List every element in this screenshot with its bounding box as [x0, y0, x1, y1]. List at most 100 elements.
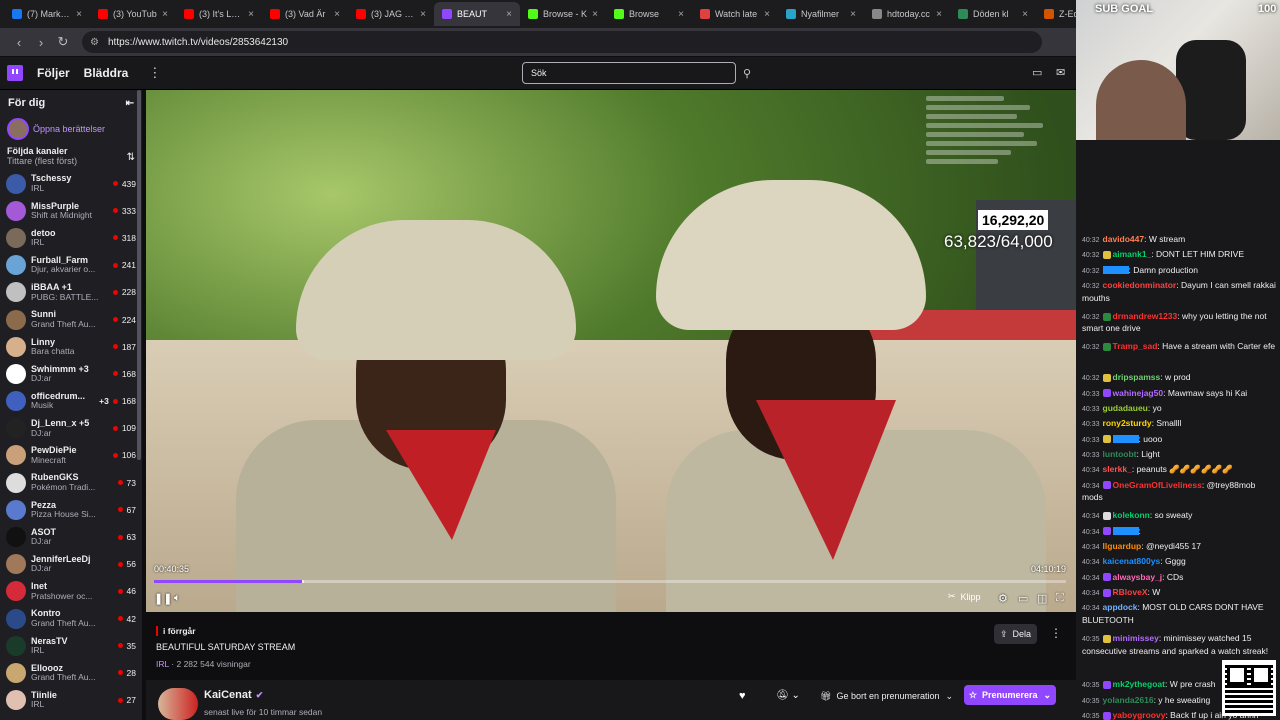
chat-badge-icon[interactable] [1102, 588, 1111, 597]
sidebar-channel-item[interactable]: NerasTV IRL 35 [0, 632, 142, 659]
chat-message[interactable]: 40:33 gudadaueu: yo [1082, 403, 1278, 416]
chat-username[interactable] [1112, 527, 1139, 536]
chat-username[interactable]: cookiedonminator [1103, 280, 1177, 290]
sidebar-channel-item[interactable]: Swhimmm +3 DJ:ar 168 [0, 360, 142, 387]
chat-badge-icon[interactable] [1102, 373, 1111, 382]
search-icon[interactable]: ⚲ [738, 62, 756, 84]
chat-badge-icon[interactable] [1102, 512, 1111, 521]
tab-close-icon[interactable]: × [592, 9, 598, 20]
chat-username[interactable]: gudadaueu [1103, 403, 1148, 413]
chat-message[interactable]: 40:34 kolekonn: so sweaty [1082, 510, 1278, 523]
sidebar-channel-item[interactable]: Pezza Pizza House Si... 67 [0, 496, 142, 523]
chat-username[interactable]: appdock [1103, 602, 1138, 612]
sidebar-toggle-icon[interactable]: ◫ [1037, 592, 1047, 605]
chat-username[interactable] [1102, 266, 1129, 275]
fullscreen-icon[interactable]: ⛶ [1056, 592, 1064, 605]
chat-username[interactable]: Tramp_sad [1113, 341, 1158, 351]
browser-tab[interactable]: (3) It's La F × [176, 2, 262, 26]
sidebar-channel-item[interactable]: RubenGKS Pokémon Tradi... 73 [0, 469, 142, 496]
messages-icon[interactable]: ✉ [1056, 66, 1065, 79]
tab-close-icon[interactable]: × [678, 9, 684, 20]
tab-close-icon[interactable]: × [334, 9, 340, 20]
tab-close-icon[interactable]: × [506, 9, 512, 20]
browser-tab[interactable]: Döden kl × [950, 2, 1036, 26]
sidebar-channel-item[interactable]: Tschessy IRL 439 [0, 170, 142, 197]
sidebar-channel-item[interactable]: JenniferLeeDj DJ:ar 56 [0, 551, 142, 578]
settings-icon[interactable]: ⚙ [998, 592, 1008, 605]
chat-message[interactable]: 40:32 davido447: W stream [1082, 234, 1278, 247]
chat-badge-icon[interactable] [1102, 343, 1111, 352]
chat-badge-icon[interactable] [1102, 527, 1111, 536]
site-info-icon[interactable]: ⚙ [90, 37, 102, 48]
chat-badge-icon[interactable] [1102, 389, 1111, 398]
clip-button[interactable]: ✂ Klipp [948, 591, 981, 602]
chat-username[interactable]: minimissey [1113, 633, 1159, 643]
chat-username[interactable]: aimank1_ [1113, 249, 1152, 259]
tab-close-icon[interactable]: × [1022, 9, 1028, 20]
tab-close-icon[interactable]: × [764, 9, 770, 20]
notifications-icon[interactable]: 🔕︎ ⌄ [776, 690, 800, 701]
chat-username[interactable]: llguardup [1103, 541, 1142, 551]
theatre-mode-icon[interactable]: ▭ [1018, 592, 1028, 605]
browser-tab[interactable]: (7) Marketp × [4, 2, 90, 26]
sidebar-channel-item[interactable]: Sunni Grand Theft Au... 224 [0, 306, 142, 333]
chat-message[interactable]: 40:34 kaicenat800ys: Gggg [1082, 556, 1278, 569]
chat-message[interactable]: 40:34 RBloveX: W [1082, 587, 1278, 600]
chat-message[interactable]: 40:32 aimank1_: DONT LET HIM DRIVE [1082, 249, 1278, 262]
chat-username[interactable]: wahinejag50 [1113, 388, 1164, 398]
chat-message[interactable]: 40:33 wahinejag50: Mawmaw says hi Kai [1082, 388, 1278, 401]
sidebar-channel-item[interactable]: Linny Bara chatta 187 [0, 333, 142, 360]
tab-close-icon[interactable]: × [248, 9, 254, 20]
seek-bar[interactable] [154, 580, 1066, 583]
chat-username[interactable]: rony2sturdy [1103, 418, 1152, 428]
chat-badge-icon[interactable] [1102, 435, 1111, 444]
stories-row[interactable]: Öppna berättelser [0, 116, 142, 142]
chat-username[interactable]: drmandrew1233 [1113, 311, 1178, 321]
sidebar-channel-item[interactable]: iBBAA +1 PUBG: BATTLE... 228 [0, 279, 142, 306]
browser-tab[interactable]: Browse × [606, 2, 692, 26]
chat-username[interactable]: yaboygroovy [1113, 710, 1166, 720]
chat-message[interactable]: 40:34 OneGramOfLiveliness: @trey88mob mod… [1082, 480, 1278, 504]
chat-message[interactable]: 40:32 cookiedonminator: Dayum I can smell… [1082, 280, 1278, 304]
chat-message[interactable]: 40:33 luntoobt: Light [1082, 449, 1278, 462]
chat-message[interactable]: 40:32: Damn production [1082, 265, 1278, 278]
video-player[interactable]: 16,292,20 63,823/64,000 00:40:35 04:10:1… [146, 90, 1076, 612]
chat-badge-icon[interactable] [1102, 711, 1111, 720]
pause-icon[interactable]: ❚❚ [154, 592, 172, 605]
chat-message[interactable]: 40:33 rony2sturdy: Smallll [1082, 418, 1278, 431]
forward-icon[interactable]: › [30, 35, 52, 50]
tab-close-icon[interactable]: × [420, 9, 426, 20]
collapse-sidebar-icon[interactable]: ⇤ [126, 98, 134, 109]
browser-tab[interactable]: (3) Vad Är × [262, 2, 348, 26]
sidebar-channel-item[interactable]: officedrum... Musik +3 168 [0, 388, 142, 415]
subscribe-button[interactable]: ☆ Prenumerera ⌄ [964, 685, 1056, 705]
chat-badge-icon[interactable] [1102, 634, 1111, 643]
tab-close-icon[interactable]: × [162, 9, 168, 20]
streamer-name[interactable]: KaiCenat [204, 689, 252, 701]
sidebar-channel-item[interactable]: MissPurple Shift at Midnight 333 [0, 197, 142, 224]
chat-badge-icon[interactable] [1102, 680, 1111, 689]
gift-sub-button[interactable]: 🎁︎ Ge bort en prenumeration ⌄ [814, 686, 959, 706]
address-bar[interactable]: ⚙ https://www.twitch.tv/videos/285364213… [82, 31, 1042, 53]
tab-close-icon[interactable]: × [76, 9, 82, 20]
reload-icon[interactable]: ↻ [52, 34, 74, 50]
chat-message[interactable]: 40:33: uooo [1082, 434, 1278, 447]
chat-message[interactable]: 40:34 appdock: MOST OLD CARS DONT HAVE BL… [1082, 602, 1278, 626]
chat-username[interactable]: dripspamss [1113, 372, 1161, 382]
browser-tab[interactable]: (3) YouTub × [90, 2, 176, 26]
chat-username[interactable]: kolekonn [1113, 510, 1150, 520]
sidebar-channel-item[interactable]: Inet Pratshower oc... 46 [0, 578, 142, 605]
vod-category-link[interactable]: IRL [156, 659, 169, 669]
sidebar-channel-item[interactable]: Dj_Lenn_x +5 DJ:ar 109 [0, 415, 142, 442]
chat-username[interactable]: kaicenat800ys [1103, 556, 1161, 566]
chat-message[interactable]: 40:32 drmandrew1233: why you letting the … [1082, 311, 1278, 335]
tab-close-icon[interactable]: × [936, 9, 942, 20]
chat-message[interactable]: 40:32 dripspamss: w prod [1082, 372, 1278, 385]
more-menu-icon[interactable]: ⋮ [148, 65, 161, 81]
sidebar-channel-item[interactable]: detoo IRL 318 [0, 224, 142, 251]
sidebar-channel-item[interactable]: Kontro Grand Theft Au... 42 [0, 605, 142, 632]
browser-tab[interactable]: hdtoday.cc × [864, 2, 950, 26]
browser-tab[interactable]: Nyafilmer × [778, 2, 864, 26]
chat-username[interactable]: RBloveX [1113, 587, 1148, 597]
follow-heart-icon[interactable]: ♥ [739, 690, 746, 702]
